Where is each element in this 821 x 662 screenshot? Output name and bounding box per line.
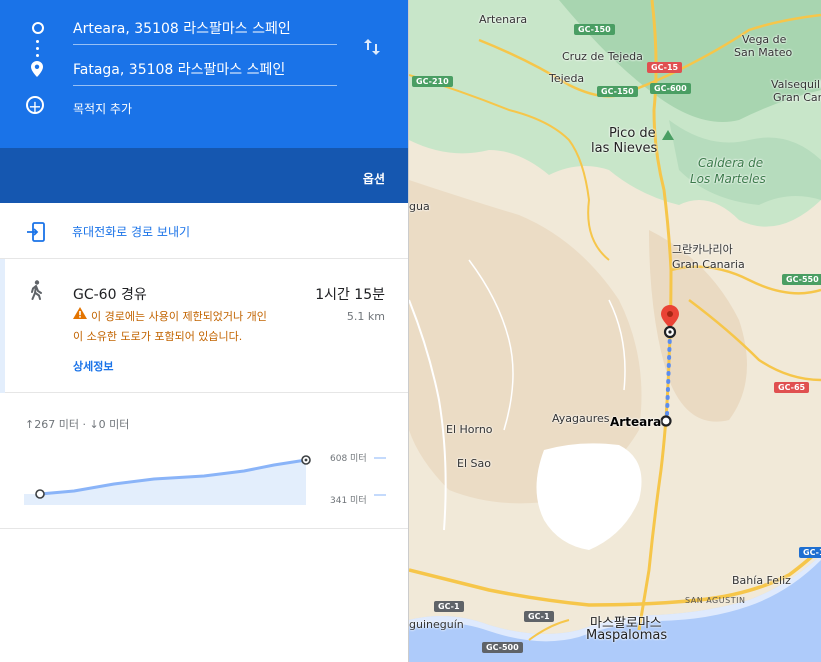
options-button[interactable]: 옵션 — [363, 170, 385, 187]
elevation-end-marker-dot — [304, 458, 308, 462]
origin-place-label: Arteara — [610, 415, 662, 429]
swap-icon[interactable] — [362, 37, 382, 57]
road-shield: GC-15 — [647, 62, 683, 73]
place-label: San Mateo — [734, 46, 793, 59]
add-destination-icon[interactable]: + — [26, 96, 44, 115]
place-label: Bahía Feliz — [732, 574, 791, 587]
warning-icon — [73, 307, 87, 319]
directions-panel: Arteara, 35108 라스팔마스 스페인 Fataga, 35108 라… — [0, 0, 409, 662]
selected-route-indicator — [0, 259, 5, 393]
send-to-phone-icon — [27, 222, 45, 242]
road-shield: GC-600 — [650, 83, 691, 94]
place-label: Vega de — [742, 33, 787, 46]
place-label: Artenara — [479, 13, 528, 26]
origin-icon — [32, 22, 44, 34]
place-label: 그란카나리아 — [672, 243, 733, 256]
road-shield: GC-1 — [434, 601, 464, 612]
add-destination-button[interactable]: 목적지 추가 — [73, 100, 132, 117]
place-label: Caldera de — [698, 156, 764, 170]
elevation-min-label: 341 미터 — [330, 495, 367, 506]
place-label: Cruz de Tejeda — [562, 50, 643, 63]
elevation-summary: ↑267 미터 · ↓0 미터 — [25, 418, 130, 431]
walking-icon — [31, 280, 42, 300]
route-details-link[interactable]: 상세정보 — [73, 358, 113, 374]
destination-pin-icon — [31, 61, 43, 77]
options-bar: 옵션 — [0, 148, 408, 203]
road-shield: GC-150 — [574, 24, 615, 35]
origin-field[interactable]: Arteara, 35108 라스팔마스 스페인 — [73, 18, 337, 45]
place-label: Ayagaures — [552, 412, 610, 425]
place-label: gua — [409, 200, 430, 213]
road-shield: GC-550 — [782, 274, 821, 285]
road-shield: GC-1 — [799, 547, 821, 558]
elevation-chart: 608 미터 341 미터 — [24, 453, 386, 506]
road-shield: GC-1 — [524, 611, 554, 622]
place-label: Pico de — [609, 126, 656, 141]
elevation-max-label: 608 미터 — [330, 453, 367, 464]
route-option-card[interactable]: GC-60 경유 1시간 15분 5.1 km 이 경로에는 사용이 제한되었거… — [0, 259, 408, 393]
route-duration: 1시간 15분 — [315, 287, 385, 303]
send-to-phone-row[interactable]: 휴대전화로 경로 보내기 — [0, 203, 408, 259]
send-to-phone-label: 휴대전화로 경로 보내기 — [72, 225, 191, 239]
place-label: las Nieves — [591, 141, 658, 156]
route-distance: 5.1 km — [346, 310, 385, 323]
place-label: Los Marteles — [690, 172, 766, 186]
road-shield: GC-500 — [482, 642, 523, 653]
road-shield: GC-210 — [412, 76, 453, 87]
place-label: Tejeda — [549, 72, 585, 85]
road-shield: GC-150 — [597, 86, 638, 97]
map-view[interactable]: Artenara Vega de San Mateo Cruz de Tejed… — [409, 0, 821, 662]
road-shield: GC-65 — [774, 382, 810, 393]
place-label: Maspalomas — [586, 628, 668, 643]
route-warning-text: 이 경로에는 사용이 제한되었거나 개인 — [91, 310, 267, 323]
route-name: GC-60 경유 — [73, 287, 147, 303]
place-label: Gran Canaria — [672, 258, 745, 271]
place-label: guineguín — [409, 618, 464, 631]
map-terrain — [409, 0, 821, 662]
place-label: El Sao — [457, 457, 491, 470]
route-warning-text-cont: 이 소유한 도로가 포함되어 있습니다. — [73, 330, 243, 343]
route-dots-icon — [36, 40, 39, 61]
destination-field[interactable]: Fataga, 35108 라스팔마스 스페인 — [73, 59, 337, 86]
place-label: Valsequill — [771, 78, 821, 91]
place-label: SAN AGUSTIN — [685, 596, 746, 605]
place-label: Gran Can — [773, 91, 821, 104]
divider — [0, 528, 408, 529]
directions-header: Arteara, 35108 라스팔마스 스페인 Fataga, 35108 라… — [0, 0, 408, 148]
elevation-start-marker — [35, 489, 45, 499]
place-label: El Horno — [446, 423, 493, 436]
